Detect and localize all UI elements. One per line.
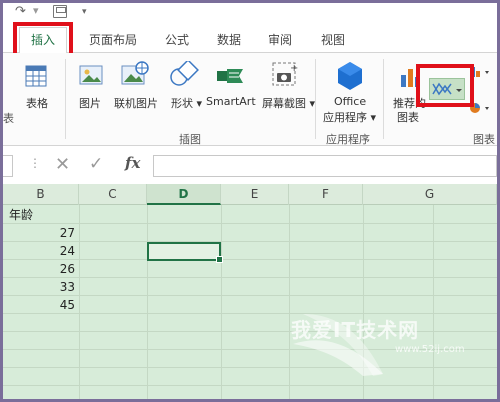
cell-b6[interactable]: 45 xyxy=(15,296,75,314)
group-separator xyxy=(315,59,316,139)
online-picture-icon xyxy=(121,61,149,85)
smartart-button[interactable]: SmartArt xyxy=(206,95,256,108)
cell-b1-header[interactable]: 年龄 xyxy=(9,206,33,224)
grid-line xyxy=(79,205,80,399)
group-separator xyxy=(65,59,66,139)
tables-group-label: 表 xyxy=(3,112,14,125)
tab-view[interactable]: 视图 xyxy=(321,31,345,48)
apps-group-label: 应用程序 xyxy=(326,133,370,146)
column-header-g[interactable]: G xyxy=(363,184,497,205)
customize-qat-icon[interactable]: ▾ xyxy=(82,7,87,17)
screenshot-icon: + xyxy=(272,62,298,86)
watermark-url: www.52ij.com xyxy=(395,344,465,355)
tab-data[interactable]: 数据 xyxy=(217,31,241,48)
svg-text:+: + xyxy=(290,63,298,74)
save-icon[interactable] xyxy=(53,5,67,18)
office-apps-button[interactable]: 应用程序 ▾ xyxy=(323,109,376,125)
shapes-label: 形状 xyxy=(171,97,193,110)
grid-line xyxy=(3,241,497,242)
grid-line xyxy=(3,295,497,296)
tab-formulas[interactable]: 公式 xyxy=(165,31,189,48)
formula-bar: ⋮ ✕ ✓ fx xyxy=(3,146,497,184)
column-header-f[interactable]: F xyxy=(289,184,363,205)
picture-button[interactable]: 图片 xyxy=(79,95,101,111)
online-picture-button[interactable]: 联机图片 xyxy=(114,95,158,111)
name-box[interactable] xyxy=(3,155,13,177)
shapes-icon xyxy=(170,61,199,86)
picture-icon xyxy=(79,65,103,85)
illustrations-group-label: 插图 xyxy=(179,133,201,146)
watermark-text: 我爱IT技术网 xyxy=(291,318,420,342)
ribbon-tabs: 插入 页面布局 公式 数据 审阅 视图 xyxy=(3,25,497,54)
screenshot-label: 屏幕截图 xyxy=(262,97,306,110)
grid-line xyxy=(147,205,148,399)
enter-icon[interactable]: ✓ xyxy=(89,154,103,174)
tab-page-layout[interactable]: 页面布局 xyxy=(89,31,137,48)
insert-function-icon[interactable]: fx xyxy=(125,154,140,172)
grid-line xyxy=(3,223,497,224)
cell-b3[interactable]: 24 xyxy=(15,242,75,260)
quick-access-toolbar: ↷ ▾ ▾ xyxy=(3,3,497,25)
grid-line xyxy=(3,259,497,260)
grid-line xyxy=(3,277,497,278)
redo-icon[interactable]: ↷ xyxy=(15,4,26,19)
cell-b4[interactable]: 26 xyxy=(15,260,75,278)
smartart-icon xyxy=(217,69,243,83)
office-store-icon xyxy=(338,62,362,90)
cell-b2[interactable]: 27 xyxy=(15,224,75,242)
office-apps-line2: 应用程序 xyxy=(323,111,367,124)
cell-b5[interactable]: 33 xyxy=(15,278,75,296)
charts-group-label: 图表 xyxy=(473,133,495,146)
cancel-icon[interactable]: ✕ xyxy=(55,154,70,175)
column-header-c[interactable]: C xyxy=(79,184,147,205)
column-header-b[interactable]: B xyxy=(3,184,79,205)
excel-window: ↷ ▾ ▾ 插入 页面布局 公式 数据 审阅 视图 表格 表 图片 联机图片 形… xyxy=(3,3,497,399)
qat-dropdown-icon[interactable]: ▾ xyxy=(33,4,39,17)
office-apps-line1[interactable]: Office xyxy=(334,95,366,108)
column-header-row: B C D E F G xyxy=(3,184,497,205)
column-header-e[interactable]: E xyxy=(221,184,289,205)
formula-bar-grip-icon: ⋮ xyxy=(29,156,41,170)
worksheet-grid[interactable]: B C D E F G 年龄 27 24 26 33 45 我爱IT技术网 ww… xyxy=(3,184,497,399)
table-icon xyxy=(25,65,47,87)
table-button-label[interactable]: 表格 xyxy=(26,95,48,111)
tab-review[interactable]: 审阅 xyxy=(268,31,292,48)
shapes-button[interactable]: 形状 ▾ xyxy=(171,95,202,111)
group-separator xyxy=(383,59,384,139)
highlight-box-line-chart xyxy=(416,64,474,107)
active-cell-d3[interactable] xyxy=(147,242,223,263)
screenshot-button[interactable]: 屏幕截图 ▾ xyxy=(262,95,315,111)
grid-line xyxy=(221,205,222,399)
recommended-charts-line2[interactable]: 图表 xyxy=(397,109,419,125)
formula-input[interactable] xyxy=(153,155,497,177)
column-header-d[interactable]: D xyxy=(147,184,221,205)
